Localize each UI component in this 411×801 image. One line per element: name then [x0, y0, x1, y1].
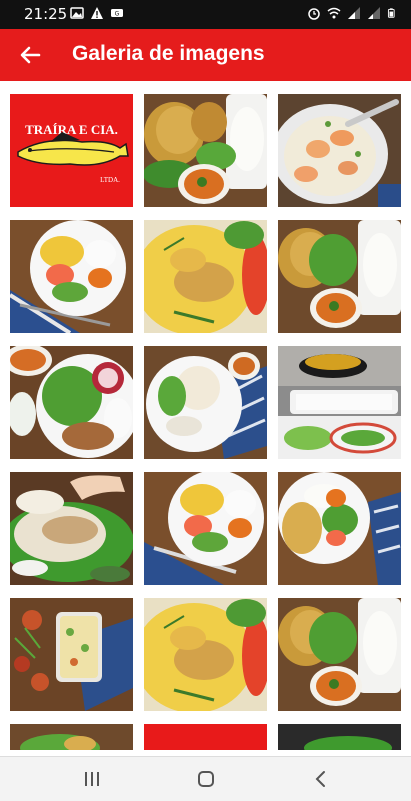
gallery-image-fish-in-sauce[interactable] [144, 220, 267, 333]
arrow-back-icon [20, 46, 41, 64]
gallery-image-shrimp-dish[interactable] [278, 94, 401, 207]
gallery-image-plate-fish-sauce-rice-2[interactable] [144, 472, 267, 585]
image-icon [70, 7, 84, 19]
back-nav-icon [315, 771, 325, 787]
app-bar: Galeria de imagens [0, 29, 411, 81]
gallery-image-rice-fried-fish-salad[interactable] [278, 220, 401, 333]
recent-apps-button[interactable] [72, 765, 112, 793]
home-button[interactable] [186, 765, 226, 793]
gallery-image-fried-fish-rice-salad[interactable] [278, 472, 401, 585]
system-nav-bar [0, 756, 411, 801]
status-time: 21:25 [24, 5, 68, 23]
warning-icon [91, 7, 103, 19]
signal-icon-2 [368, 7, 380, 19]
signal-icon [348, 7, 360, 19]
gallery-image-rice-tray-and-soup[interactable] [278, 346, 401, 459]
gallery-image-partial-salad[interactable] [10, 724, 133, 750]
alarm-icon [308, 8, 320, 20]
logo-text-main: TRAÍRA E CIA. [25, 122, 118, 137]
gallery-image-baked-dish-top-view[interactable] [10, 598, 133, 711]
gallery-image-red-tile[interactable] [144, 724, 267, 750]
gallery-image-rice-fried-fish-salad-2[interactable] [278, 598, 401, 711]
svg-text:G: G [115, 11, 120, 18]
page-title: Galeria de imagens [72, 42, 265, 65]
gallery-image-fish-in-sauce-2[interactable] [144, 598, 267, 711]
wifi-icon [327, 7, 341, 19]
status-bar: 21:25 G [0, 0, 411, 29]
recent-apps-icon [85, 772, 99, 786]
gallery-image-plate-fish-sauce-rice[interactable] [10, 220, 133, 333]
gallery-image-rice-and-fried-fish[interactable] [144, 94, 267, 207]
gallery-image-grilled-fish-potatoes[interactable] [144, 346, 267, 459]
home-icon [198, 771, 214, 787]
gallery-image-logo[interactable]: TRAÍRA E CIA. LTDA. [10, 94, 133, 207]
sim-icon: G [111, 9, 123, 18]
gallery-image-fish-salad-sauce[interactable] [10, 346, 133, 459]
battery-icon [387, 8, 395, 18]
gallery-image-partial-salad-dark[interactable] [278, 724, 401, 750]
back-button[interactable] [14, 39, 46, 71]
back-nav-button[interactable] [300, 765, 340, 793]
logo-text-sub: LTDA. [100, 176, 120, 184]
logo-image: TRAÍRA E CIA. LTDA. [10, 94, 133, 207]
gallery-image-whole-fish-on-lettuce[interactable] [10, 472, 133, 585]
